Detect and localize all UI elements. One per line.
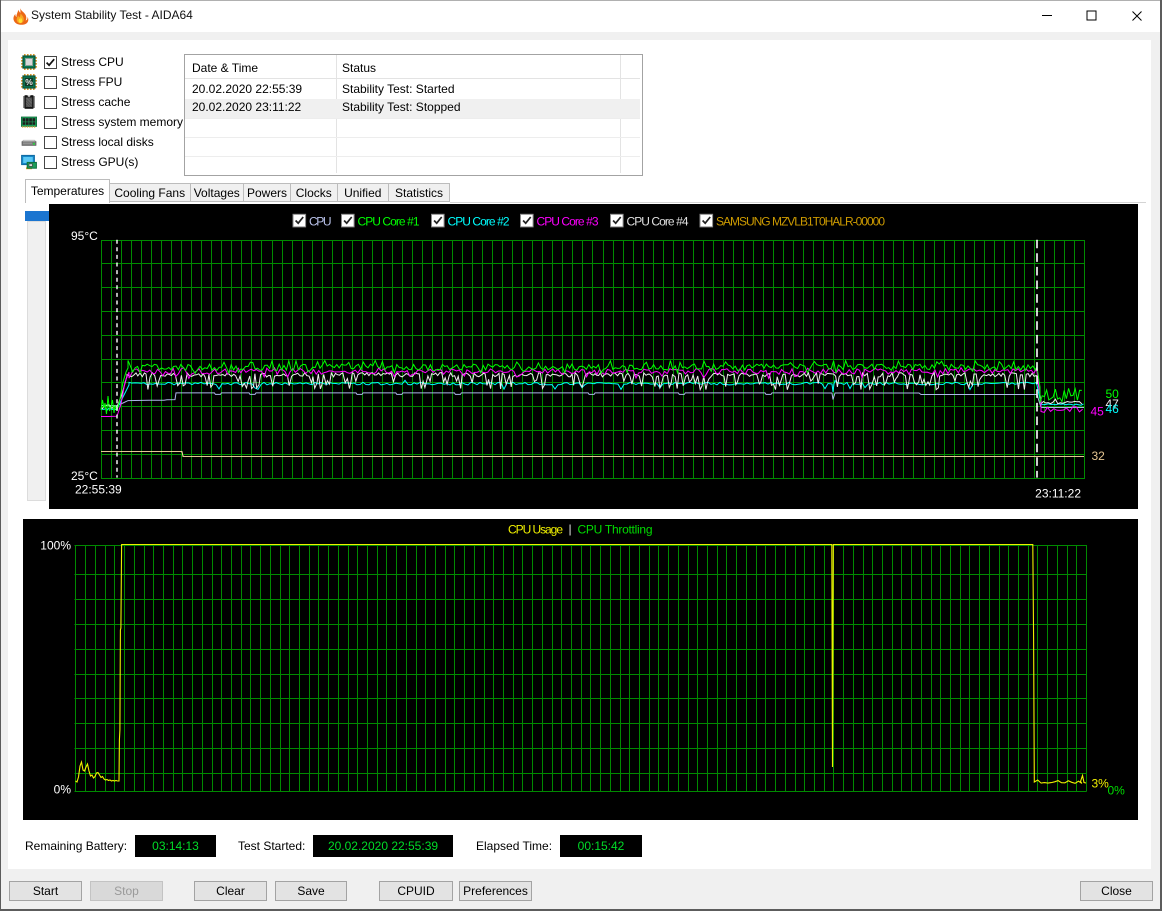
- svg-text:95°C: 95°C: [71, 229, 98, 243]
- svg-text:0%: 0%: [54, 783, 72, 797]
- svg-text:32: 32: [1092, 449, 1106, 463]
- svg-text:22:55:39: 22:55:39: [75, 483, 122, 497]
- svg-text:25°C: 25°C: [71, 469, 98, 483]
- svg-text:%: %: [25, 77, 33, 87]
- svg-text:46: 46: [1106, 402, 1120, 416]
- svg-text:CPU Core #1: CPU Core #1: [358, 214, 420, 228]
- svg-text:CPU Core #2: CPU Core #2: [448, 214, 510, 228]
- svg-text:CPU Core #4: CPU Core #4: [627, 214, 689, 228]
- svg-text:23:11:22: 23:11:22: [1035, 487, 1081, 501]
- svg-text:100%: 100%: [40, 539, 71, 553]
- svg-text:SAMSUNG MZVLB1T0HALR-00000: SAMSUNG MZVLB1T0HALR-00000: [716, 214, 885, 228]
- svg-text:CPU: CPU: [309, 214, 332, 228]
- svg-text:45: 45: [1091, 405, 1105, 419]
- svg-text:|: |: [568, 522, 571, 536]
- svg-text:CPU Usage: CPU Usage: [508, 523, 563, 537]
- svg-text:0%: 0%: [1108, 784, 1126, 798]
- svg-text:CPU Throttling: CPU Throttling: [578, 523, 653, 537]
- svg-text:CPU Core #3: CPU Core #3: [537, 214, 599, 228]
